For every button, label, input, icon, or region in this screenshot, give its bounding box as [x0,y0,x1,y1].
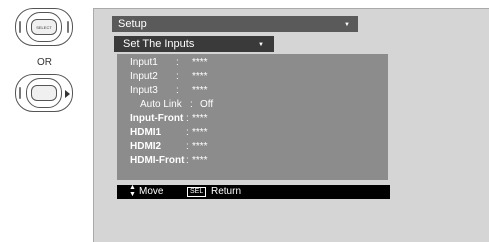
input-value: **** [192,155,208,166]
dropdown-triangle-icon: ▼ [344,22,350,28]
input-label: Input2 [130,71,158,82]
remote-left-edge [19,21,21,33]
or-label: OR [37,57,52,68]
up-down-arrow-icon: ▲ ▼ [129,184,136,198]
remote-select-illustration: SELECT [15,8,73,46]
set-inputs-submenu-header[interactable]: Set The Inputs ▼ [114,36,274,52]
input-row-hdmi-front[interactable]: HDMI-Front : **** [130,155,208,166]
input-label: Input3 [130,85,158,96]
sel-key-icon: SEL [187,187,207,197]
center-button-icon [31,85,57,101]
input-row-auto-link[interactable]: Auto Link : Off [140,99,213,110]
separator: : [176,85,179,96]
input-row-input2[interactable]: Input2 : **** [130,71,208,82]
help-footer-bar: ▲ ▼ Move SEL Return [117,184,390,199]
tv-screen: Setup ▼ Set The Inputs ▼ Input1 : **** I… [93,8,489,242]
input-row-hdmi2[interactable]: HDMI2 : **** [130,141,208,152]
input-value: **** [192,113,208,124]
select-button-label: SELECT [36,25,52,30]
input-label: HDMI1 [130,127,162,138]
input-value: **** [192,57,208,68]
input-value: **** [192,141,208,152]
input-value: **** [192,127,208,138]
input-value: **** [192,85,208,96]
separator: : [186,127,189,138]
submenu-title: Set The Inputs [123,38,195,50]
input-row-input1[interactable]: Input1 : **** [130,57,208,68]
remote-arrow-illustration [15,74,73,112]
return-label: Return [211,186,242,197]
input-label: Input-Front [130,113,184,124]
input-row-input3[interactable]: Input3 : **** [130,85,208,96]
remote-left-edge [19,87,21,99]
input-value: **** [192,71,208,82]
remote-right-edge [67,21,69,33]
dropdown-triangle-icon: ▼ [258,42,264,48]
input-label: HDMI2 [130,141,162,152]
separator: : [186,155,189,166]
separator: : [176,71,179,82]
separator: : [186,141,189,152]
input-label: HDMI-Front [130,155,185,166]
setup-menu-title: Setup [118,18,147,30]
input-row-input-front[interactable]: Input-Front : **** [130,113,208,124]
setup-menu-header[interactable]: Setup ▼ [112,16,358,32]
input-label: Auto Link [140,99,182,110]
separator: : [190,99,193,110]
input-label: Input1 [130,57,158,68]
separator: : [186,113,189,124]
separator: : [176,57,179,68]
input-value: Off [200,99,214,110]
inputs-panel: Input1 : **** Input2 : **** Input3 : ***… [117,54,388,180]
input-row-hdmi1[interactable]: HDMI1 : **** [130,127,208,138]
move-label: Move [139,186,164,197]
select-button-icon: SELECT [31,19,57,35]
right-arrow-icon [65,90,70,98]
